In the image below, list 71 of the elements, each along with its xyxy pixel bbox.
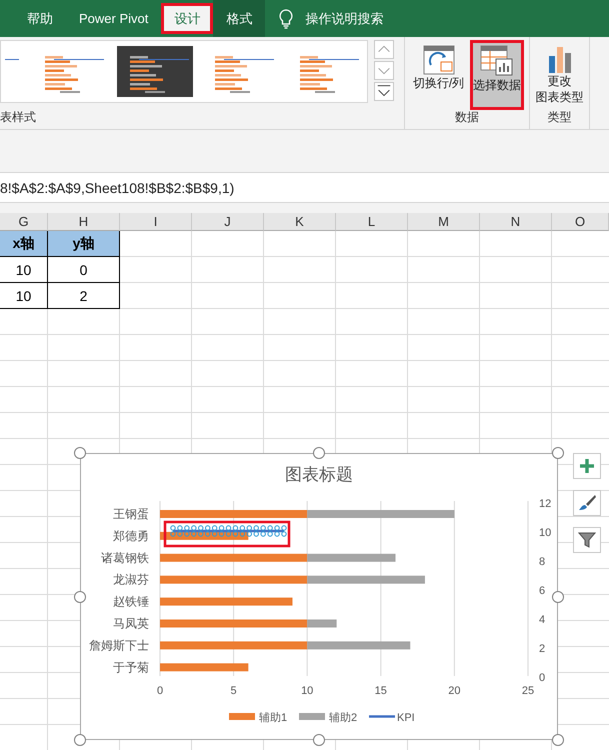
category-label: 詹姆斯下士 xyxy=(89,638,149,652)
legend-item[interactable]: KPI xyxy=(369,712,415,724)
category-label: 于予菊 xyxy=(113,660,149,674)
switch-row-column-button[interactable]: 切换行/列 xyxy=(410,40,468,110)
style-brush-button[interactable] xyxy=(573,490,601,516)
axis-tick-label: 4 xyxy=(539,614,546,626)
chart-area[interactable]: 图表标题 0 5 10 15 20 25 王钢蛋 郑德勇 诸葛钢铁 龙淑芬 赵铁锤 马凤英 詹姆斯下士 于予菊 12 10 8 6 4 2 0 辅助1 辅助2 KPI xyxy=(80,453,558,740)
group-label: 数据 xyxy=(455,109,479,125)
axis-tick-label: 0 xyxy=(156,685,164,697)
axis-tick-label: 10 xyxy=(301,685,314,697)
column-header[interactable]: I xyxy=(120,213,192,231)
legend-label[interactable]: 辅助2 xyxy=(329,712,358,724)
column-header[interactable]: M xyxy=(408,213,480,231)
kpi-line[interactable] xyxy=(173,530,284,532)
chart-title: 图表标题 xyxy=(285,465,353,484)
table-chart-icon xyxy=(480,45,514,77)
axis-tick-label: 20 xyxy=(448,685,461,697)
axis-tick-label: 5 xyxy=(230,685,237,697)
header-cell: x轴 xyxy=(0,231,48,257)
legend-swatch xyxy=(299,713,325,720)
legend-label[interactable]: 辅助1 xyxy=(259,712,288,724)
formula-bar[interactable]: 8!$A$2:$A$9,Sheet108!$B$2:$B$9,1) xyxy=(0,172,609,203)
category-label: 龙淑芬 xyxy=(113,572,149,587)
add-element-button[interactable] xyxy=(573,453,601,479)
column-header[interactable]: G xyxy=(0,213,48,231)
axis-tick-label: 12 xyxy=(539,498,552,510)
swap-table-icon xyxy=(422,45,454,75)
select-data-button[interactable]: 选择数据 xyxy=(470,40,524,110)
filter-button[interactable] xyxy=(573,527,601,553)
table-cell: 10 xyxy=(0,283,48,309)
axis-tick-label: 6 xyxy=(539,585,546,597)
axis-tick-label: 2 xyxy=(539,643,546,655)
table-cell: 0 xyxy=(48,257,120,283)
tell-me-search[interactable]: 操作说明搜索 xyxy=(305,10,384,28)
bar-chart-icon xyxy=(546,45,572,73)
ribbon-tab[interactable]: Power Pivot xyxy=(66,0,162,37)
header-cell: y轴 xyxy=(48,231,120,257)
column-header[interactable]: J xyxy=(192,213,264,231)
category-label: 郑德勇 xyxy=(113,528,149,543)
legend-swatch xyxy=(229,713,255,720)
lightbulb-icon xyxy=(279,8,294,28)
ribbon-tab[interactable]: 帮助 xyxy=(14,0,66,37)
change-chart-type-button[interactable]: 更改 图表类型 xyxy=(532,40,586,110)
plus-icon xyxy=(579,458,595,474)
ribbon-tab[interactable]: 设计 xyxy=(161,3,214,34)
scroll-up-icon[interactable] xyxy=(374,40,394,59)
group-label: 表样式 xyxy=(0,109,36,125)
category-label: 王钢蛋 xyxy=(113,507,149,521)
column-header[interactable]: O xyxy=(552,213,609,231)
column-header[interactable]: K xyxy=(264,213,336,231)
ribbon-tab[interactable]: 格式 xyxy=(213,0,266,37)
chart-style-thumbnail[interactable] xyxy=(117,46,193,97)
column-header[interactable]: L xyxy=(336,213,408,231)
category-label: 诸葛钢铁 xyxy=(101,550,149,565)
axis-tick-label: 15 xyxy=(374,685,387,697)
expand-gallery-icon[interactable] xyxy=(374,82,394,101)
axis-tick-label: 0 xyxy=(539,672,546,684)
filter-icon xyxy=(578,531,596,549)
table-cell: 2 xyxy=(48,283,120,309)
table-cell: 10 xyxy=(0,257,48,283)
axis-tick-label: 25 xyxy=(522,685,534,697)
category-label: 赵铁锤 xyxy=(113,594,149,609)
column-header[interactable]: N xyxy=(480,213,552,231)
axis-tick-label: 8 xyxy=(539,556,546,568)
category-label: 马凤英 xyxy=(113,616,149,630)
column-header[interactable]: H xyxy=(48,213,120,231)
group-label: 类型 xyxy=(548,109,572,125)
axis-tick-label: 10 xyxy=(539,527,552,539)
brush-icon xyxy=(577,494,597,512)
formula-text: 8!$A$2:$A$9,Sheet108!$B$2:$B$9,1) xyxy=(0,180,234,196)
selection-handles[interactable] xyxy=(170,525,287,537)
